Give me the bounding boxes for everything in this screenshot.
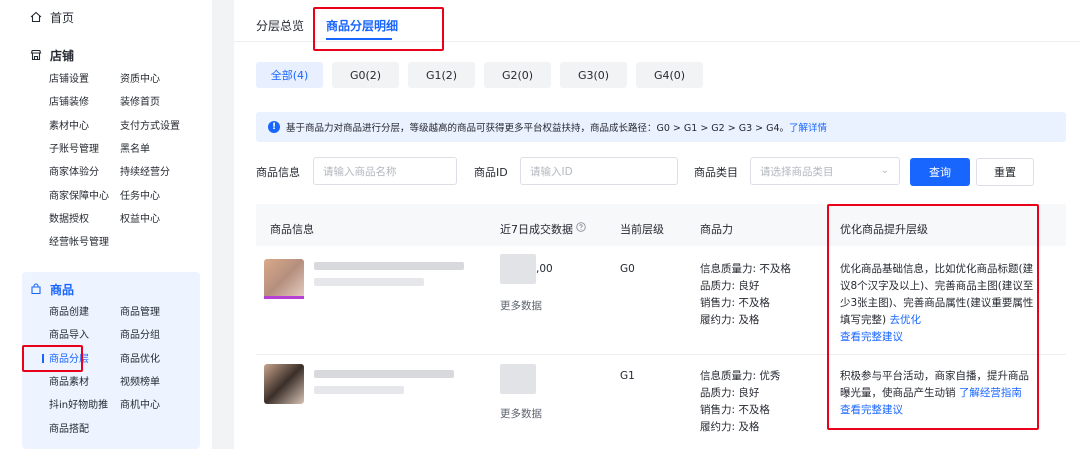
row-sales-value: ,00 bbox=[536, 263, 553, 275]
sidebar-item[interactable]: 支付方式设置 bbox=[120, 120, 180, 134]
sidebar-home-label: 首页 bbox=[50, 10, 75, 25]
sidebar-item[interactable]: 店铺设置 bbox=[49, 73, 89, 87]
query-button[interactable]: 查询 bbox=[910, 158, 970, 186]
home-icon bbox=[30, 11, 42, 23]
power-sales: 销售力: 不及格 bbox=[700, 404, 770, 416]
blurred-product-subtitle bbox=[314, 278, 424, 286]
sidebar-item[interactable]: 数据授权 bbox=[49, 213, 89, 227]
sidebar-item[interactable]: 经营帐号管理 bbox=[49, 236, 109, 250]
sidebar-item[interactable]: 商品搭配 bbox=[49, 423, 89, 437]
th-product-power: 商品力 bbox=[700, 223, 733, 236]
sidebar: 首页 店铺 店铺设置 资质中心店铺装修 装修首页素材中心 支付方式设置子账号管理 黑名单… bbox=[0, 0, 212, 449]
thumbnail-tag bbox=[264, 296, 304, 299]
power-info-quality: 信息质量力: 不及格 bbox=[700, 263, 791, 275]
sidebar-item[interactable]: 资质中心 bbox=[120, 73, 160, 87]
th-sales-7d: 近7日成交数据 bbox=[500, 223, 573, 236]
more-data-link[interactable]: 更多数据 bbox=[500, 298, 542, 315]
product-id-input[interactable]: 请输入ID bbox=[520, 157, 678, 185]
product-thumbnail[interactable] bbox=[264, 364, 304, 404]
row-level: G1 bbox=[620, 370, 635, 382]
product-thumbnail[interactable] bbox=[264, 259, 304, 299]
blurred-sales bbox=[500, 364, 536, 394]
row-power-list: 信息质量力: 不及格 品质力: 良好 销售力: 不及格 履约力: 及格 bbox=[700, 261, 791, 329]
th-product-info: 商品信息 bbox=[270, 223, 314, 236]
highlight-box-optimize-column bbox=[827, 204, 1039, 430]
sidebar-item[interactable]: 商品创建 bbox=[49, 306, 89, 320]
power-fulfillment: 履约力: 及格 bbox=[700, 314, 760, 326]
filter-pill-g3[interactable]: G3(0) bbox=[560, 62, 627, 88]
product-name-placeholder: 请输入商品名称 bbox=[323, 165, 397, 178]
filter-info-label: 商品信息 bbox=[256, 166, 300, 179]
reset-button[interactable]: 重置 bbox=[976, 158, 1034, 186]
more-data-link[interactable]: 更多数据 bbox=[500, 406, 542, 423]
filter-pill-g2[interactable]: G2(0) bbox=[484, 62, 551, 88]
sidebar-item[interactable]: 商品优化 bbox=[120, 353, 160, 367]
sidebar-item[interactable]: 视频榜单 bbox=[120, 376, 160, 390]
category-placeholder: 请选择商品类目 bbox=[760, 165, 834, 178]
sidebar-item-home[interactable]: 首页 bbox=[30, 8, 74, 26]
sidebar-item[interactable]: 抖in好物助推 bbox=[49, 399, 108, 413]
blurred-product-subtitle bbox=[314, 386, 404, 394]
sidebar-goods-title: 商品 bbox=[50, 282, 75, 297]
filter-pill-g4[interactable]: G4(0) bbox=[636, 62, 703, 88]
chevron-down-icon: ⌄ bbox=[880, 165, 889, 176]
sidebar-item[interactable]: 商机中心 bbox=[120, 399, 160, 413]
blurred-product-title bbox=[314, 370, 454, 378]
store-icon bbox=[30, 49, 42, 61]
row-level: G0 bbox=[620, 263, 635, 275]
highlight-box-goods-layer bbox=[22, 345, 83, 372]
sidebar-store-title: 店铺 bbox=[50, 48, 75, 63]
filter-pill-g0[interactable]: G0(2) bbox=[332, 62, 399, 88]
notice-text: 基于商品力对商品进行分层，等级越高的商品可获得更多平台权益扶持，商品成长路径：G… bbox=[286, 123, 790, 134]
tab-overview[interactable]: 分层总览 bbox=[256, 17, 304, 34]
sidebar-item[interactable]: 商品分组 bbox=[120, 329, 160, 343]
filter-id-label: 商品ID bbox=[474, 166, 508, 179]
info-notice: ! 基于商品力对商品进行分层，等级越高的商品可获得更多平台权益扶持，商品成长路径… bbox=[256, 112, 1066, 142]
highlight-box-tab bbox=[313, 7, 444, 51]
sidebar-item[interactable]: 任务中心 bbox=[120, 190, 160, 204]
sidebar-item[interactable]: 商品素材 bbox=[49, 376, 89, 390]
sidebar-item[interactable]: 商家体验分 bbox=[49, 166, 99, 180]
shopping-bag-icon bbox=[31, 283, 41, 295]
sidebar-item[interactable]: 装修首页 bbox=[120, 96, 160, 110]
power-fulfillment: 履约力: 及格 bbox=[700, 421, 760, 433]
power-sales: 销售力: 不及格 bbox=[700, 297, 770, 309]
sidebar-item[interactable]: 店铺装修 bbox=[49, 96, 89, 110]
power-quality: 品质力: 良好 bbox=[700, 280, 760, 292]
sidebar-group-goods[interactable]: 商品 bbox=[30, 280, 74, 298]
category-select[interactable]: 请选择商品类目 ⌄ bbox=[750, 157, 900, 185]
filter-pill-all[interactable]: 全部(4) bbox=[256, 62, 323, 88]
filter-pill-g1[interactable]: G1(2) bbox=[408, 62, 475, 88]
power-quality: 品质力: 良好 bbox=[700, 387, 760, 399]
th-current-level: 当前层级 bbox=[620, 223, 664, 236]
info-icon: ! bbox=[268, 121, 280, 133]
sidebar-item[interactable]: 子账号管理 bbox=[49, 143, 99, 157]
product-name-input[interactable]: 请输入商品名称 bbox=[313, 157, 457, 185]
filter-category-label: 商品类目 bbox=[694, 166, 738, 179]
sidebar-item[interactable]: 商品导入 bbox=[49, 329, 89, 343]
row-power-list: 信息质量力: 优秀 品质力: 良好 销售力: 不及格 履约力: 及格 bbox=[700, 368, 780, 436]
sidebar-item[interactable]: 商家保障中心 bbox=[49, 190, 109, 204]
question-circle-icon[interactable] bbox=[576, 222, 586, 232]
blurred-product-title bbox=[314, 262, 464, 270]
product-id-placeholder: 请输入ID bbox=[530, 165, 573, 178]
blurred-sales bbox=[500, 254, 536, 284]
sidebar-item[interactable]: 权益中心 bbox=[120, 213, 160, 227]
sidebar-group-store[interactable]: 店铺 bbox=[30, 46, 74, 64]
sidebar-item[interactable]: 持续经营分 bbox=[120, 166, 170, 180]
notice-learn-more-link[interactable]: 了解详情 bbox=[789, 120, 827, 134]
sidebar-item[interactable]: 素材中心 bbox=[49, 120, 89, 134]
power-info-quality: 信息质量力: 优秀 bbox=[700, 370, 781, 382]
sidebar-item[interactable]: 黑名单 bbox=[120, 143, 150, 157]
sidebar-item[interactable]: 商品管理 bbox=[120, 306, 160, 320]
main-card: 分层总览 商品分层明细 全部(4) G0(2) G1(2) G2(0) G3(0… bbox=[234, 0, 1080, 449]
